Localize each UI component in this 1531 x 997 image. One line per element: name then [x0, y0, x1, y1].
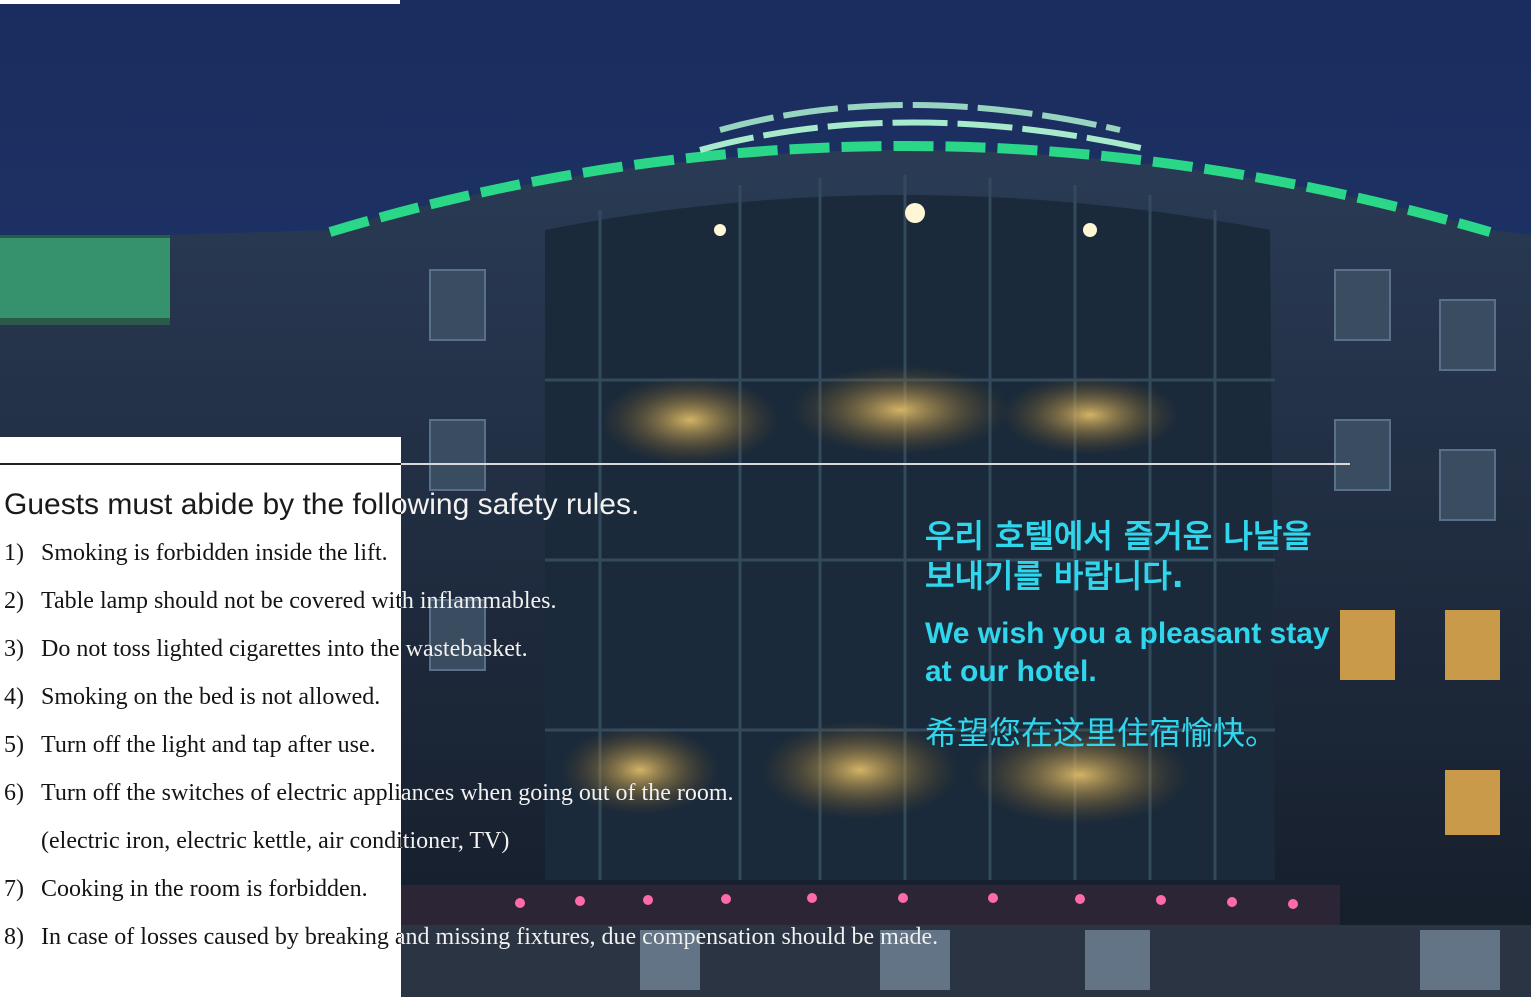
welcome-korean-line: 보내기를 바랍니다. [925, 557, 1184, 595]
rule-number: 6) [4, 780, 24, 806]
rule-item: 7) Cooking in the room is forbidden. [4, 876, 368, 903]
rule-item: (electric iron, electric kettle, air con… [4, 828, 509, 855]
rule-number: 1) [4, 540, 24, 566]
top-white-strip [0, 0, 400, 4]
rule-text: Do not toss lighted cigarettes into the … [41, 636, 528, 662]
rule-text: (electric iron, electric kettle, air con… [41, 828, 510, 854]
rule-number: 5) [4, 732, 24, 758]
rule-number: 2) [4, 588, 24, 614]
rule-text: Table lamp should not be covered with in… [41, 588, 557, 614]
rule-item: 3) Do not toss lighted cigarettes into th… [4, 636, 528, 663]
rule-item: 4) Smoking on the bed is not allowed. [4, 684, 380, 711]
rule-text: Smoking on the bed is not allowed. [41, 684, 381, 710]
welcome-chinese: 希望您在这里住宿愉快。 [925, 714, 1278, 752]
rule-text: Cooking in the room is forbidden. [41, 876, 368, 902]
safety-rules-heading: Guests must abide by the following safet… [4, 488, 640, 521]
rule-item: 6) Turn off the switches of electric appl… [4, 780, 734, 807]
divider-line-left [0, 463, 401, 465]
rule-item: 1) Smoking is forbidden inside the lift. [4, 540, 388, 567]
welcome-english-line: We wish you a pleasant stay [925, 617, 1330, 650]
welcome-korean-line: 우리 호텔에서 즐거운 나날을 [925, 517, 1312, 555]
rule-text: Turn off the light and tap after use. [41, 732, 376, 758]
rule-item: 8) In case of losses caused by breaking a… [4, 924, 938, 951]
rule-number: 4) [4, 684, 24, 710]
welcome-korean: 우리 호텔에서 즐거운 나날을 보내기를 바랍니다. [925, 516, 1312, 596]
hotel-notice-poster: Guests must abide by the following safet… [0, 0, 1531, 997]
welcome-english-line: at our hotel. [925, 655, 1097, 688]
rule-text: In case of losses caused by breaking and… [41, 924, 939, 950]
rule-number: 3) [4, 636, 24, 662]
rule-item: 5) Turn off the light and tap after use. [4, 732, 376, 759]
rule-text: Smoking is forbidden inside the lift. [41, 540, 388, 566]
rule-text: Turn off the switches of electric applia… [41, 780, 734, 806]
rule-number: 7) [4, 876, 24, 902]
rule-number: 8) [4, 924, 24, 950]
rule-item: 2) Table lamp should not be covered with … [4, 588, 557, 615]
welcome-english: We wish you a pleasant stay at our hotel… [925, 615, 1330, 691]
